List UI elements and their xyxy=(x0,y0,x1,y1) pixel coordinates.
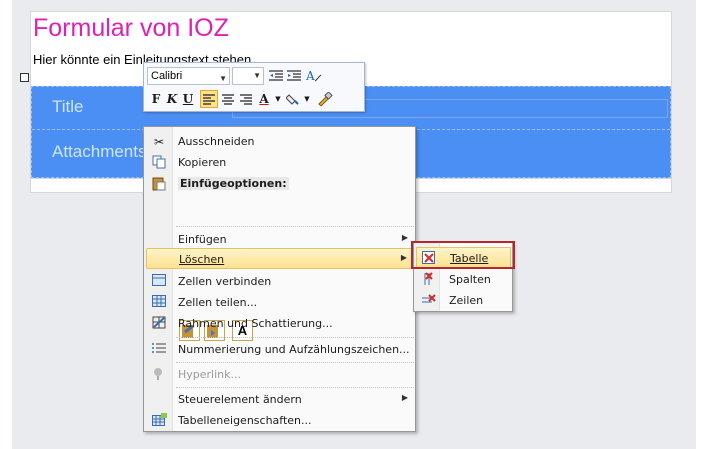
hyperlink-icon xyxy=(151,367,167,383)
context-menu: ✂ Ausschneiden Kopieren Einfügeoptionen:… xyxy=(143,126,416,432)
menu-item-label: Kopieren xyxy=(178,156,227,169)
underline-button[interactable]: U xyxy=(181,90,195,108)
menu-separator xyxy=(176,362,414,363)
highlight-color-icon[interactable] xyxy=(285,90,301,108)
bold-button[interactable]: F xyxy=(149,90,163,108)
menu-item-copy[interactable]: Kopieren xyxy=(146,152,414,173)
decrease-indent-icon[interactable] xyxy=(268,67,284,85)
delete-columns-icon xyxy=(420,272,436,288)
menu-separator xyxy=(176,387,414,388)
chevron-right-icon: ▶ xyxy=(401,393,408,402)
scissors-icon: ✂ xyxy=(153,135,165,149)
chevron-down-icon[interactable]: ▼ xyxy=(302,90,312,108)
table-move-handle[interactable] xyxy=(20,73,29,82)
chevron-right-icon: ▶ xyxy=(400,253,407,262)
increase-indent-icon[interactable] xyxy=(286,67,302,85)
font-color-button[interactable]: A xyxy=(256,90,272,108)
svg-text:A: A xyxy=(306,69,315,83)
table-properties-icon xyxy=(151,413,167,429)
menu-item-label: Spalten xyxy=(449,273,491,286)
menu-item-label: Hyperlink... xyxy=(178,368,241,381)
row-label-title: Title xyxy=(52,97,84,116)
menu-item-label: Zeilen xyxy=(449,294,484,307)
menu-item-label: Nummerierung und Aufzählungszeichen... xyxy=(178,343,410,356)
menu-item-label: Einfügeoptionen: xyxy=(178,177,289,190)
menu-item-borders-shading[interactable]: Rahmen und Schattierung... xyxy=(146,313,414,334)
menu-item-label: Einfügen xyxy=(178,233,227,246)
submenu-item-delete-rows[interactable]: Zeilen xyxy=(416,290,511,311)
chevron-down-icon: ▼ xyxy=(219,74,227,83)
highlight-annotation xyxy=(411,241,515,269)
font-family-select[interactable]: Calibri ▼ xyxy=(147,67,230,85)
menu-item-table-properties[interactable]: Tabelleneigenschaften... xyxy=(146,410,414,431)
menu-item-label: Tabelleneigenschaften... xyxy=(178,414,312,427)
menu-item-label: Ausschneiden xyxy=(178,135,255,148)
font-family-value: Calibri xyxy=(151,70,183,82)
menu-item-label: Rahmen und Schattierung... xyxy=(178,317,333,330)
menu-item-numbering[interactable]: Nummerierung und Aufzählungszeichen... xyxy=(146,339,414,360)
chevron-right-icon: ▶ xyxy=(401,233,408,242)
delete-rows-icon xyxy=(420,293,436,309)
menu-separator xyxy=(176,337,414,338)
row-label-attachments: Attachments xyxy=(52,142,147,161)
menu-item-label: Zellen teilen... xyxy=(178,296,258,309)
font-color-icon: A xyxy=(259,92,269,106)
align-right-button[interactable] xyxy=(238,90,254,108)
chevron-down-icon[interactable]: ▼ xyxy=(273,90,283,108)
menu-item-label: Löschen xyxy=(179,253,225,266)
borders-icon xyxy=(151,316,167,332)
align-center-button[interactable] xyxy=(220,90,236,108)
format-painter-icon[interactable] xyxy=(316,90,334,108)
merge-cells-icon xyxy=(151,274,167,290)
menu-separator xyxy=(176,226,414,227)
align-left-button[interactable] xyxy=(200,90,218,108)
menu-item-change-control[interactable]: Steuerelement ändern ▶ xyxy=(146,389,414,410)
submenu-item-delete-columns[interactable]: Spalten xyxy=(416,269,511,290)
menu-item-cut[interactable]: ✂ Ausschneiden xyxy=(146,131,414,152)
numbering-icon xyxy=(151,342,167,358)
menu-item-insert[interactable]: Einfügen ▶ xyxy=(146,229,414,250)
mini-format-toolbar: Calibri ▼ ▼ A F K U A ▼ ▼ xyxy=(143,62,365,112)
menu-item-split-cells[interactable]: Zellen teilen... xyxy=(146,292,414,313)
paste-icon xyxy=(151,176,167,192)
font-size-select[interactable]: ▼ xyxy=(232,67,264,85)
menu-item-merge-cells[interactable]: Zellen verbinden xyxy=(146,271,414,292)
menu-item-label: Zellen verbinden xyxy=(178,275,272,288)
italic-button[interactable]: K xyxy=(165,90,179,108)
copy-icon xyxy=(151,155,167,171)
menu-item-label: Steuerelement ändern xyxy=(178,393,302,406)
menu-item-paste-options-header: Einfügeoptionen: xyxy=(146,173,414,194)
menu-item-hyperlink[interactable]: Hyperlink... xyxy=(146,364,414,385)
chevron-down-icon: ▼ xyxy=(253,71,261,80)
styles-icon[interactable]: A xyxy=(305,67,323,85)
split-cells-icon xyxy=(151,295,167,311)
form-title[interactable]: Formular von IOZ xyxy=(33,14,229,43)
menu-item-delete[interactable]: Löschen ▶ xyxy=(146,248,414,269)
